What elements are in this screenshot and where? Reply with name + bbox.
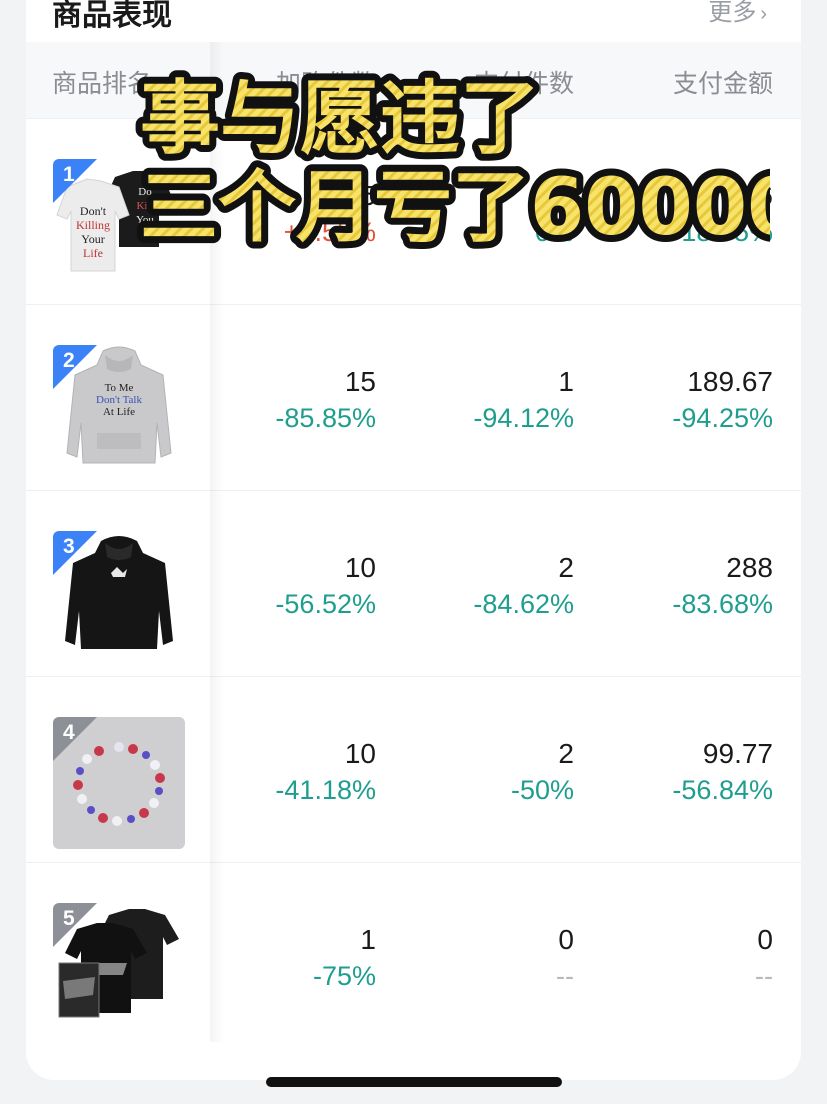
paid-amount-change: -- (755, 961, 773, 991)
paid-qty-change: -94.12% (473, 403, 574, 433)
home-indicator[interactable] (266, 1077, 562, 1087)
paid-qty-value: 2 (558, 738, 574, 769)
table-row[interactable]: 3 10 -56.52% 2 -84.62% 288 -83.68% (26, 490, 801, 677)
add-to-cart-change: -56.52% (275, 589, 376, 619)
table-row[interactable]: 4 10 -41.18% 2 -50% 99.77 -56.84% (26, 676, 801, 863)
add-to-cart-value: 10 (344, 738, 376, 769)
paid-amount-value: 288 (726, 552, 773, 583)
product-print-line: To Me (105, 382, 134, 394)
product-print-line: At Life (103, 406, 135, 418)
paid-amount-value: 189.67 (687, 366, 773, 397)
paid-qty-value: 0 (558, 924, 574, 955)
add-to-cart-change: -41.18% (275, 775, 376, 805)
overlay-line1: 事与愿违了 (140, 72, 540, 165)
paid-amount-change: -94.25% (672, 403, 773, 433)
add-to-cart-value: 10 (344, 552, 376, 583)
bracelet-beads (73, 742, 165, 826)
paid-qty-change: -- (556, 961, 574, 991)
table-row[interactable]: 5 1 -75% 0 -- 0 -- (26, 862, 801, 1049)
product-print-line: Killing (76, 218, 110, 232)
add-to-cart-value: 1 (360, 924, 376, 955)
paid-qty-value: 1 (558, 366, 574, 397)
paid-amount-value: 0 (757, 924, 773, 955)
add-to-cart-change: -85.85% (275, 403, 376, 433)
more-label: 更多 (708, 0, 757, 26)
paid-amount-value: 99.77 (702, 738, 773, 769)
table-row[interactable]: To Me Don't Talk At Life 2 15 -85.85% 1 … (26, 304, 801, 491)
card-header: 商品表现 更多 › (26, 0, 801, 32)
add-to-cart-value: 15 (344, 366, 376, 397)
paid-amount-change: -56.84% (672, 775, 773, 805)
chevron-right-icon: › (760, 3, 767, 25)
paid-amount-change: -83.68% (672, 589, 773, 619)
more-link[interactable]: 更多 › (708, 0, 767, 27)
product-print-line: Your (81, 232, 104, 246)
card-title: 商品表现 (52, 0, 172, 32)
product-print-line: Don't (80, 204, 107, 218)
overlay-line2: 三个月亏了60000 (140, 163, 770, 252)
paid-qty-change: -50% (510, 775, 574, 805)
add-to-cart-change: -75% (312, 961, 376, 991)
paid-qty-value: 2 (558, 552, 574, 583)
paid-qty-change: -84.62% (473, 589, 574, 619)
product-print-line: Life (83, 246, 103, 260)
overlay-caption: 事与愿违了 事与愿违了 三个月亏了60000 三个月亏了60000 (133, 65, 770, 252)
product-print-line: Don't Talk (96, 394, 142, 406)
